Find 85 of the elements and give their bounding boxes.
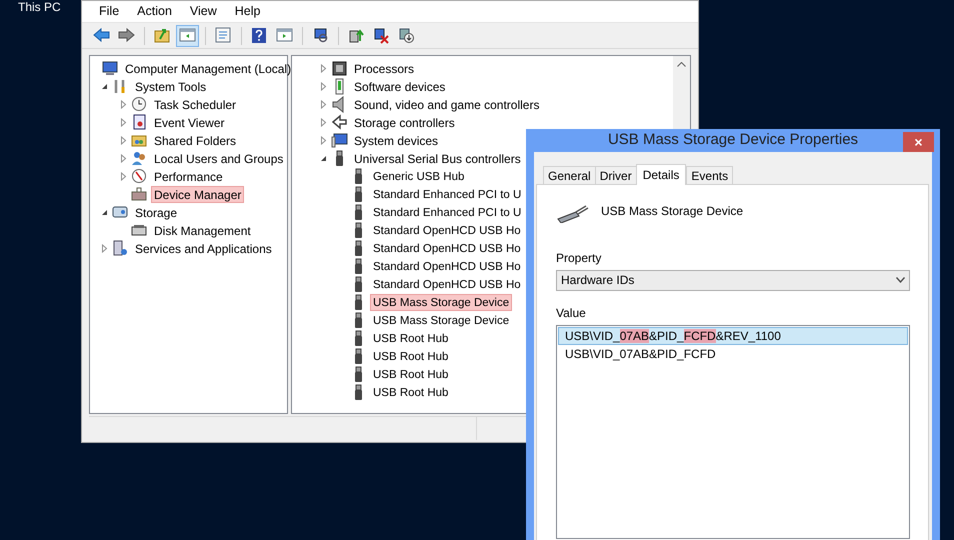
collapse-arrow-icon[interactable] bbox=[319, 154, 328, 162]
tree-item[interactable]: Services and Applications bbox=[132, 240, 275, 256]
tree-item[interactable]: Device Manager bbox=[151, 186, 244, 202]
device-item[interactable]: Standard Enhanced PCI to U bbox=[370, 186, 524, 202]
forward-arrow-icon bbox=[118, 27, 135, 44]
device-category[interactable]: Software devices bbox=[351, 78, 448, 94]
expand-arrow-icon[interactable] bbox=[319, 100, 328, 108]
value-row[interactable]: USB\VID_07AB&PID_FCFD bbox=[558, 344, 908, 362]
expand-arrow-icon[interactable] bbox=[319, 136, 328, 144]
device-name: USB Mass Storage Device bbox=[601, 202, 744, 220]
pane-toggle-icon bbox=[179, 27, 196, 44]
device-item[interactable]: USB Root Hub bbox=[370, 384, 452, 400]
device-item[interactable]: Standard OpenHCD USB Ho bbox=[370, 222, 524, 238]
expand-arrow-icon[interactable] bbox=[100, 244, 109, 252]
tab[interactable]: Driver bbox=[594, 166, 637, 184]
expand-arrow-icon[interactable] bbox=[319, 82, 328, 90]
gauge-icon bbox=[131, 168, 148, 184]
dropdown-chevron-icon bbox=[896, 277, 905, 283]
tree-item[interactable]: Disk Management bbox=[151, 222, 254, 238]
device-remove-icon bbox=[373, 27, 390, 44]
tab[interactable]: Events bbox=[686, 166, 734, 184]
property-dropdown[interactable]: Hardware IDs bbox=[556, 270, 910, 290]
device-category[interactable]: Universal Serial Bus controllers bbox=[351, 150, 524, 166]
close-button[interactable]: × bbox=[903, 132, 934, 152]
scan-monitor-icon bbox=[312, 27, 329, 44]
desktop-icon-label: This PC bbox=[18, 0, 61, 14]
computer-icon bbox=[102, 60, 119, 76]
expand-arrow-icon[interactable] bbox=[119, 118, 128, 126]
users-icon bbox=[131, 150, 148, 166]
device-disable-icon bbox=[398, 27, 415, 44]
device-item[interactable]: Standard OpenHCD USB Ho bbox=[370, 240, 524, 256]
value-row[interactable]: USB\VID_07AB&PID_FCFD&REV_1100 bbox=[558, 326, 908, 344]
property-value: Hardware IDs bbox=[561, 272, 634, 289]
dialog-title: USB Mass Storage Device Properties bbox=[608, 130, 858, 150]
device-item[interactable]: USB Mass Storage Device bbox=[370, 312, 512, 328]
device-item[interactable]: Standard OpenHCD USB Ho bbox=[370, 276, 524, 292]
device-item[interactable]: USB Root Hub bbox=[370, 366, 452, 382]
collapse-arrow-icon[interactable] bbox=[100, 82, 109, 90]
storage-controller-icon bbox=[331, 114, 348, 130]
action-pane-icon bbox=[276, 27, 293, 44]
tree-item[interactable]: Performance bbox=[151, 168, 226, 184]
folder-up-icon bbox=[154, 27, 171, 44]
property-label: Property bbox=[556, 250, 602, 266]
menu-item[interactable]: View bbox=[180, 2, 226, 22]
tree-item[interactable]: Task Scheduler bbox=[151, 96, 240, 112]
menu-item[interactable]: Action bbox=[128, 2, 181, 22]
expand-arrow-icon[interactable] bbox=[119, 154, 128, 162]
expand-arrow-icon[interactable] bbox=[119, 136, 128, 144]
value-label: Value bbox=[556, 304, 587, 322]
tree-item[interactable]: Local Users and Groups bbox=[151, 150, 286, 166]
device-update-icon bbox=[348, 27, 365, 44]
device-item[interactable]: USB Mass Storage Device bbox=[370, 294, 512, 310]
tree-item[interactable]: System Tools bbox=[132, 78, 210, 94]
device-category[interactable]: Processors bbox=[351, 60, 418, 76]
help-icon bbox=[251, 27, 268, 44]
toolbox-icon bbox=[131, 186, 148, 202]
tab[interactable]: General bbox=[543, 166, 596, 184]
tree-item[interactable]: Event Viewer bbox=[151, 114, 228, 130]
clock-icon bbox=[131, 96, 148, 112]
tab[interactable]: Details bbox=[636, 164, 686, 184]
device-item[interactable]: Generic USB Hub bbox=[370, 168, 468, 184]
expand-arrow-icon[interactable] bbox=[119, 172, 128, 180]
device-item[interactable]: Standard Enhanced PCI to U bbox=[370, 204, 524, 220]
device-item[interactable]: Standard OpenHCD USB Ho bbox=[370, 258, 524, 274]
collapse-arrow-icon[interactable] bbox=[100, 208, 109, 216]
server-gear-icon bbox=[112, 240, 129, 256]
computer-icon bbox=[331, 132, 348, 148]
device-category[interactable]: Storage controllers bbox=[351, 114, 458, 130]
back-arrow-icon bbox=[93, 27, 110, 44]
expand-arrow-icon[interactable] bbox=[119, 100, 128, 108]
chip-icon bbox=[331, 60, 348, 76]
storage-icon bbox=[112, 204, 129, 220]
tree-item[interactable]: Computer Management (Local) bbox=[122, 60, 294, 76]
properties-window-icon bbox=[215, 27, 232, 44]
log-book-icon bbox=[131, 114, 148, 130]
tree-item[interactable]: Storage bbox=[132, 204, 180, 220]
menu-item[interactable]: File bbox=[90, 2, 128, 22]
tree-item[interactable]: Shared Folders bbox=[151, 132, 240, 148]
expand-arrow-icon[interactable] bbox=[319, 64, 328, 72]
device-item[interactable]: USB Root Hub bbox=[370, 330, 452, 346]
device-category[interactable]: Sound, video and game controllers bbox=[351, 96, 542, 112]
expand-arrow-icon[interactable] bbox=[319, 118, 328, 126]
device-category[interactable]: System devices bbox=[351, 132, 442, 148]
menu-item[interactable]: Help bbox=[226, 2, 270, 22]
device-item[interactable]: USB Root Hub bbox=[370, 348, 452, 364]
